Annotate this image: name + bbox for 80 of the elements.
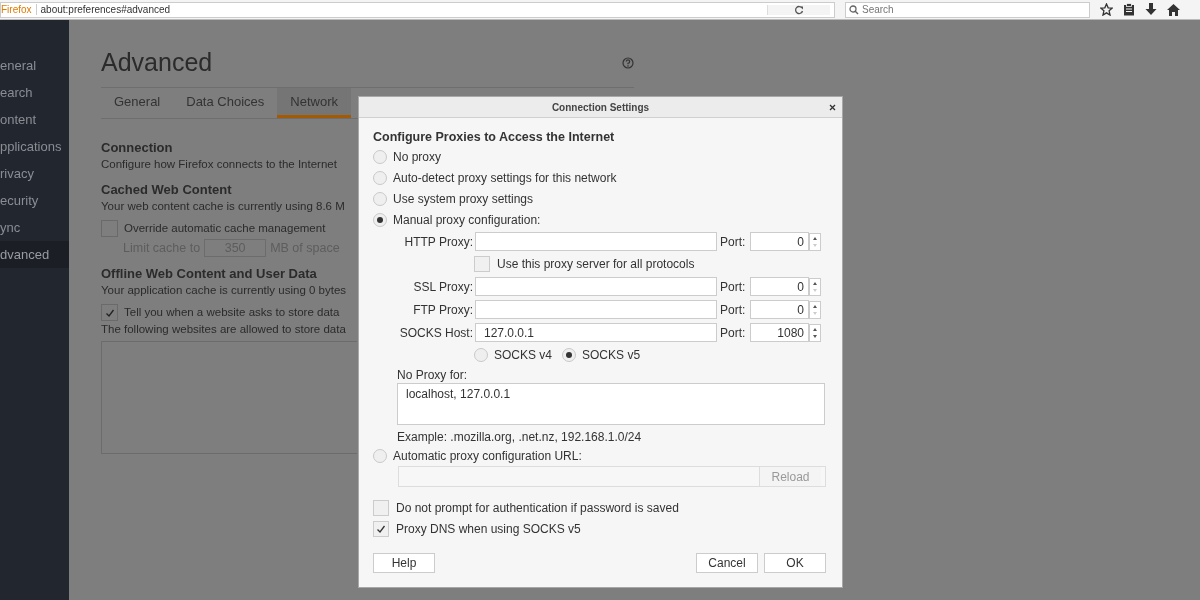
section-description: Your application cache is currently using 0 bytes xyxy=(101,283,348,298)
field-label: Port: xyxy=(719,234,747,249)
checkbox-label: Tell you when a website asks to store data xyxy=(124,305,340,320)
radio-button[interactable] xyxy=(373,191,387,206)
help-button[interactable]: Help xyxy=(373,553,435,573)
section-description: Configure how Firefox connects to the Internet xyxy=(101,157,338,172)
radio-label: Automatic proxy configuration URL: xyxy=(393,448,582,463)
field-label: SSL Proxy: xyxy=(412,279,474,294)
reload-icon[interactable] xyxy=(767,4,830,15)
field-label: Port: xyxy=(719,325,747,340)
radio-label: SOCKS v5 xyxy=(582,348,641,362)
clipboard-icon[interactable] xyxy=(1123,3,1135,16)
section-heading: Connection xyxy=(101,139,174,156)
section-heading: Offline Web Content and User Data xyxy=(101,265,318,282)
download-icon[interactable] xyxy=(1145,3,1157,16)
sidebar-item[interactable]: ontent xyxy=(0,106,69,133)
group-heading: Configure Proxies to Access the Internet xyxy=(373,130,616,144)
checkmark-icon xyxy=(376,523,386,534)
sidebar-item[interactable]: dvanced xyxy=(0,241,69,268)
radio-label: No proxy xyxy=(393,149,442,164)
http-proxy-field[interactable] xyxy=(475,232,717,251)
sidebar-item[interactable]: eneral xyxy=(0,52,69,79)
field-label: Port: xyxy=(719,302,747,317)
port-field[interactable]: 1080 xyxy=(750,323,809,342)
proxy-host-field[interactable] xyxy=(475,277,717,296)
field-label: HTTP Proxy: xyxy=(403,234,474,249)
cancel-button[interactable]: Cancel xyxy=(696,553,758,573)
checkbox-label: Use this proxy server for all protocols xyxy=(497,257,695,271)
sidebar-item[interactable]: ync xyxy=(0,214,69,241)
search-icon xyxy=(849,4,859,15)
sidebar-item[interactable]: earch xyxy=(0,79,69,106)
checkmark-icon xyxy=(104,307,115,318)
home-icon[interactable] xyxy=(1167,3,1180,16)
proxy-host-field[interactable] xyxy=(475,300,717,319)
radio-label: Use system proxy settings xyxy=(393,191,534,206)
radio-button[interactable] xyxy=(373,149,387,164)
radio-button[interactable] xyxy=(474,348,488,362)
field-label: No Proxy for: xyxy=(396,367,469,383)
identity-label: Firefox xyxy=(1,4,37,15)
proxy-host-field[interactable]: 127.0.0.1 xyxy=(475,323,717,342)
spin-arrows-icon[interactable] xyxy=(809,323,821,342)
radio-button[interactable] xyxy=(373,212,387,227)
close-icon[interactable] xyxy=(829,104,836,111)
field-label: FTP Proxy: xyxy=(412,302,474,317)
field-label: Port: xyxy=(719,279,747,294)
checkbox-label: Proxy DNS when using SOCKS v5 xyxy=(396,521,581,536)
no-proxy-field[interactable]: localhost, 127.0.0.1 xyxy=(397,383,825,425)
url-text: about:preferences#advanced xyxy=(40,4,172,15)
sidebar-item[interactable]: pplications xyxy=(0,133,69,160)
radio-button[interactable] xyxy=(562,348,577,362)
dialog-title: Connection Settings xyxy=(551,101,650,113)
help-icon[interactable] xyxy=(622,56,634,69)
url-field[interactable]: Firefox about:preferences#advanced xyxy=(0,1,835,18)
field-label: SOCKS Host: xyxy=(398,325,474,340)
radio-label: Manual proxy configuration: xyxy=(393,212,541,227)
tab[interactable]: General xyxy=(101,88,174,118)
tab[interactable]: Network xyxy=(277,88,351,118)
section-description: The following websites are allowed to store data xyxy=(101,322,347,337)
radio-button[interactable] xyxy=(373,170,387,185)
sidebar-item[interactable]: rivacy xyxy=(0,160,69,187)
port-field[interactable]: 0 xyxy=(750,232,809,251)
section-description: Your web content cache is currently using 8.6 M xyxy=(101,199,346,214)
search-field[interactable]: Search xyxy=(845,1,1090,18)
section-heading: Cached Web Content xyxy=(101,181,233,198)
star-icon[interactable] xyxy=(1100,3,1113,16)
spin-arrows-icon[interactable] xyxy=(809,232,821,251)
hint-text: Example: .mozilla.org, .net.nz, 192.168.1.0/24 xyxy=(396,429,643,445)
checkbox-label: Do not prompt for authentication if password is saved xyxy=(396,500,679,515)
port-field[interactable]: 0 xyxy=(750,300,809,319)
checkbox[interactable] xyxy=(101,304,118,321)
radio-label: SOCKS v4 xyxy=(494,348,553,362)
port-field[interactable]: 0 xyxy=(750,277,809,296)
tab[interactable]: Data Choices xyxy=(173,88,278,118)
ok-button[interactable]: OK xyxy=(764,553,826,573)
sidebar-item[interactable]: ecurity xyxy=(0,187,69,214)
spin-arrows-icon[interactable] xyxy=(809,277,821,296)
spin-arrows-icon[interactable] xyxy=(809,300,821,319)
page-title: Advanced xyxy=(101,48,213,77)
checkbox-label: Override automatic cache management xyxy=(124,221,326,236)
radio-label: Auto-detect proxy settings for this network xyxy=(393,170,617,185)
